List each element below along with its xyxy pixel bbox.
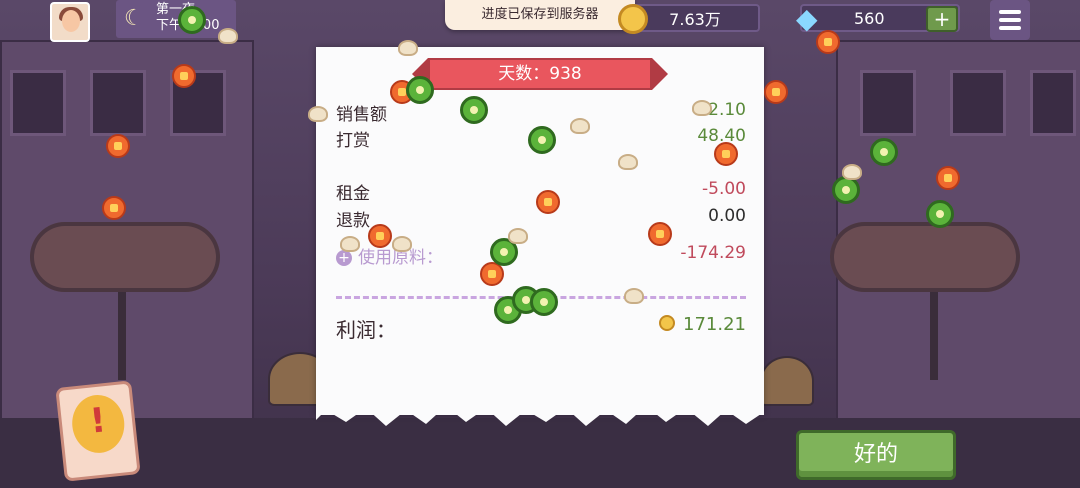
avatar-face (62, 10, 80, 32)
moon-icon: ☾ (124, 6, 144, 31)
menu-line (999, 26, 1021, 30)
garlic-piece-icon (624, 288, 644, 304)
rent-value: -5.00 (702, 179, 746, 199)
garlic-piece-icon (618, 154, 638, 170)
tips-label: 打赏 (336, 131, 370, 151)
window (10, 70, 66, 136)
garlic-piece-icon (218, 28, 238, 44)
profit-value: 171.21 (683, 314, 746, 335)
sales-value: 2.10 (708, 100, 746, 120)
refund-label: 退款 (336, 211, 370, 231)
tree (30, 222, 220, 292)
garlic-piece-icon (842, 164, 862, 180)
tree (830, 222, 1020, 292)
window (1030, 70, 1076, 136)
alert-badge: ! (69, 392, 128, 456)
garlic-piece-icon (340, 236, 360, 252)
sales-row: 销售额 2.10 (336, 100, 746, 125)
day-ribbon: 天数：938 (412, 58, 668, 90)
menu-line (999, 10, 1021, 14)
garlic-piece-icon (508, 228, 528, 244)
ok-button[interactable]: 好的 (796, 430, 956, 480)
jalapeno-slice-icon (530, 288, 558, 316)
tomato-slice-icon (172, 64, 196, 88)
jalapeno-slice-icon (926, 200, 954, 228)
jalapeno-slice-icon (460, 96, 488, 124)
jalapeno-slice-icon (178, 6, 206, 34)
sales-label: 销售额 (336, 105, 387, 125)
garlic-piece-icon (692, 100, 712, 116)
jalapeno-slice-icon (832, 176, 860, 204)
profit-amount: 171.21 (659, 314, 746, 335)
tomato-slice-icon (936, 166, 960, 190)
diamond-icon: ◆ (796, 2, 818, 35)
window (90, 70, 146, 136)
tomato-slice-icon (536, 190, 560, 214)
tomato-slice-icon (102, 196, 126, 220)
tomato-slice-icon (764, 80, 788, 104)
receipt-torn-edge (316, 400, 764, 426)
jalapeno-slice-icon (870, 138, 898, 166)
tomato-slice-icon (714, 142, 738, 166)
save-toast: 进度已保存到服务器 (445, 0, 635, 30)
tomato-slice-icon (816, 30, 840, 54)
cafe-table (760, 356, 814, 406)
jalapeno-slice-icon (528, 126, 556, 154)
alert-card-button[interactable]: ! (55, 380, 141, 482)
exclamation-icon: ! (88, 400, 108, 442)
menu-button[interactable] (990, 0, 1030, 40)
player-avatar[interactable] (50, 2, 90, 42)
coin-icon (659, 315, 676, 331)
garlic-piece-icon (308, 106, 328, 122)
tomato-slice-icon (648, 222, 672, 246)
profit-label: 利润： (336, 318, 396, 342)
garlic-piece-icon (570, 118, 590, 134)
menu-line (999, 18, 1021, 22)
refund-value: 0.00 (708, 206, 746, 226)
tomato-slice-icon (368, 224, 392, 248)
ingredients-value: -174.29 (680, 243, 746, 263)
profit-row: 利润： 171.21 (336, 314, 746, 343)
jalapeno-slice-icon (406, 76, 434, 104)
garlic-piece-icon (392, 236, 412, 252)
window (950, 70, 1006, 136)
rent-label: 租金 (336, 184, 370, 204)
tomato-slice-icon (106, 134, 130, 158)
window (860, 70, 916, 136)
gem-value: 560 (854, 9, 885, 28)
plus-circle-icon: + (336, 250, 352, 266)
coin-icon (618, 4, 648, 34)
garlic-piece-icon (398, 40, 418, 56)
add-gems-button[interactable]: + (926, 6, 958, 32)
money-counter: 7.63万 (630, 4, 760, 32)
